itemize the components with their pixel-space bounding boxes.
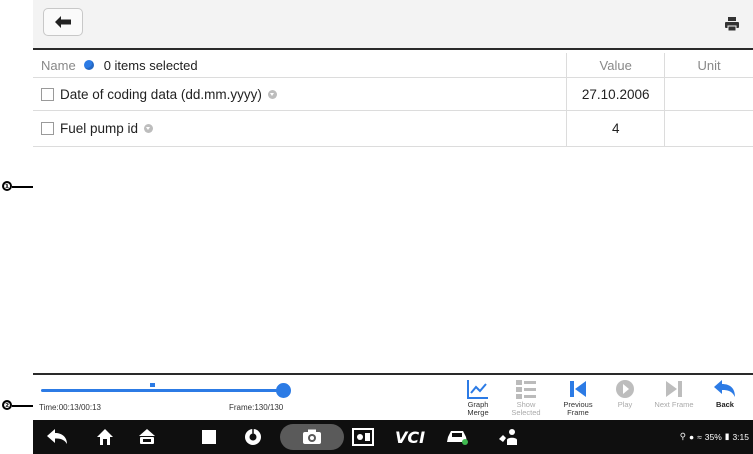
playback-toolbar: Time:00:13/00:13 Frame:130/130 Graph Mer… [33, 375, 753, 419]
row-checkbox[interactable] [41, 87, 54, 101]
frame-readout: Frame:130/130 [229, 403, 284, 412]
camera-icon [303, 429, 321, 444]
header-name-label: Name [41, 57, 76, 73]
clock: 3:15 [732, 431, 749, 442]
header-value: Value [567, 53, 666, 77]
show-selected-label: Show Selected [511, 400, 541, 417]
nav-browser-button[interactable] [241, 424, 265, 450]
previous-frame-icon [570, 381, 586, 397]
callout-2-line [12, 405, 33, 407]
next-frame-button[interactable]: Next Frame [650, 377, 698, 419]
row-checkbox[interactable] [41, 122, 54, 135]
graph-merge-button[interactable]: Graph Merge [454, 377, 502, 419]
callout-1: ❶ [2, 181, 12, 191]
play-icon [616, 380, 634, 398]
nav-vci-button[interactable]: VCI [393, 424, 427, 450]
row-value: 27.10.2006 [567, 78, 666, 110]
select-all-icon[interactable] [83, 60, 94, 70]
time-readout: Time:00:13/00:13 [39, 403, 101, 412]
row-name: Date of coding data (dd.mm.yyyy) [60, 86, 262, 102]
nav-back-button[interactable] [43, 424, 71, 450]
graph-merge-icon [467, 380, 488, 399]
nav-display-button[interactable] [351, 424, 375, 450]
table-header: Name 0 items selected Value Unit [33, 53, 753, 78]
status-bar: ⚲ ● ≈ 35% ▮ 3:15 [680, 431, 749, 442]
nav-screenshot-button[interactable] [280, 424, 344, 450]
next-frame-icon [666, 381, 682, 397]
previous-frame-label: Previous Frame [563, 400, 593, 417]
back-curve-icon [714, 380, 735, 397]
battery-level: 35% [704, 431, 722, 442]
playback-slider-knob[interactable] [276, 383, 291, 398]
print-button[interactable] [721, 13, 743, 35]
row-name-cell: Date of coding data (dd.mm.yyyy) [33, 78, 568, 110]
top-toolbar [33, 0, 753, 50]
selection-count: 0 items selected [103, 57, 198, 73]
battery-icon: ▮ [724, 431, 730, 441]
recent-apps-icon [202, 430, 216, 444]
data-table: Name 0 items selected Value Unit Date of… [33, 50, 753, 375]
nav-remote-button[interactable] [495, 424, 523, 450]
back-label: Back [716, 400, 734, 409]
bookmark-marker [150, 383, 155, 387]
nav-home-button[interactable] [93, 424, 117, 450]
row-name-cell: Fuel pump id [33, 111, 568, 146]
wifi-icon: ≈ [697, 431, 702, 442]
device-screen: Name 0 items selected Value Unit Date of… [33, 0, 753, 454]
info-dropdown-icon[interactable] [144, 124, 154, 133]
car-home-icon [139, 429, 155, 444]
car-icon [447, 431, 468, 445]
row-unit [665, 78, 753, 110]
show-selected-icon [516, 380, 536, 399]
back-control-button[interactable]: Back [701, 377, 749, 419]
header-unit: Unit [697, 57, 721, 73]
next-frame-label: Next Frame [654, 400, 694, 409]
browser-icon [245, 429, 261, 445]
graph-merge-label: Graph Merge [467, 400, 489, 417]
table-row[interactable]: Date of coding data (dd.mm.yyyy) 27.10.2… [33, 78, 753, 111]
playback-slider-track[interactable] [41, 389, 287, 392]
play-button[interactable]: Play [601, 377, 649, 419]
back-arrow-icon [55, 16, 71, 28]
android-navigation-bar: VCI ⚲ ● ≈ 35% ▮ 3:15 [33, 420, 753, 454]
show-selected-button[interactable]: Show Selected [502, 377, 550, 419]
row-name: Fuel pump id [60, 121, 139, 136]
remote-expert-icon [499, 429, 517, 445]
play-label: Play [617, 400, 633, 409]
info-dropdown-icon[interactable] [267, 89, 277, 99]
back-arrow-icon [47, 429, 67, 444]
nav-car-home-button[interactable] [135, 424, 159, 450]
row-unit [665, 111, 753, 146]
back-button[interactable] [43, 8, 83, 36]
vci-icon: VCI [394, 427, 426, 447]
callout-1-line [12, 186, 33, 188]
row-value: 4 [567, 111, 666, 146]
printer-icon [725, 17, 739, 32]
header-name-cell: Name 0 items selected [33, 53, 568, 77]
table-row[interactable]: Fuel pump id 4 [33, 111, 753, 147]
callout-2: ❷ [2, 400, 12, 410]
nav-vehicle-button[interactable] [443, 424, 471, 450]
notification-icon: ● [688, 431, 695, 442]
previous-frame-button[interactable]: Previous Frame [554, 377, 602, 419]
home-icon [97, 429, 113, 445]
display-settings-icon [352, 428, 374, 446]
location-icon: ⚲ [679, 431, 686, 441]
nav-recent-apps-button[interactable] [197, 424, 221, 450]
